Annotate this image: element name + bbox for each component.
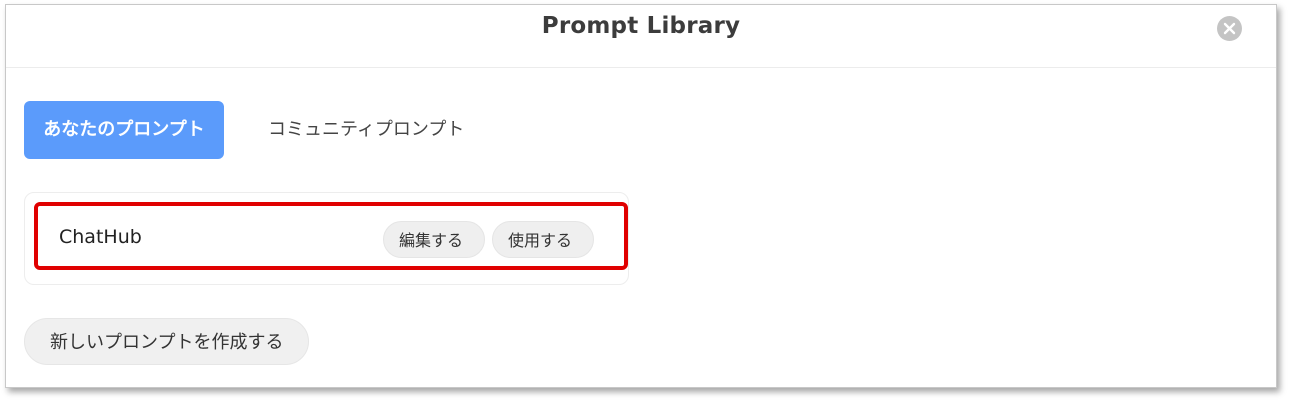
use-prompt-button[interactable]: 使用する [492,221,594,258]
close-icon [1223,22,1236,35]
tab-community-prompts[interactable]: コミュニティプロンプト [268,101,464,159]
dialog-header: Prompt Library [6,5,1276,68]
close-button[interactable] [1217,16,1242,41]
prompt-library-dialog: Prompt Library あなたのプロンプト コミュニティプロンプト Cha… [5,4,1277,388]
create-new-prompt-button[interactable]: 新しいプロンプトを作成する [24,318,310,365]
edit-prompt-button[interactable]: 編集する [383,221,485,258]
tab-your-prompts[interactable]: あなたのプロンプト [24,101,224,159]
prompt-item-name: ChatHub [59,226,142,248]
prompt-list: ChatHub 編集する 使用する [24,192,629,285]
dialog-title: Prompt Library [541,13,741,39]
